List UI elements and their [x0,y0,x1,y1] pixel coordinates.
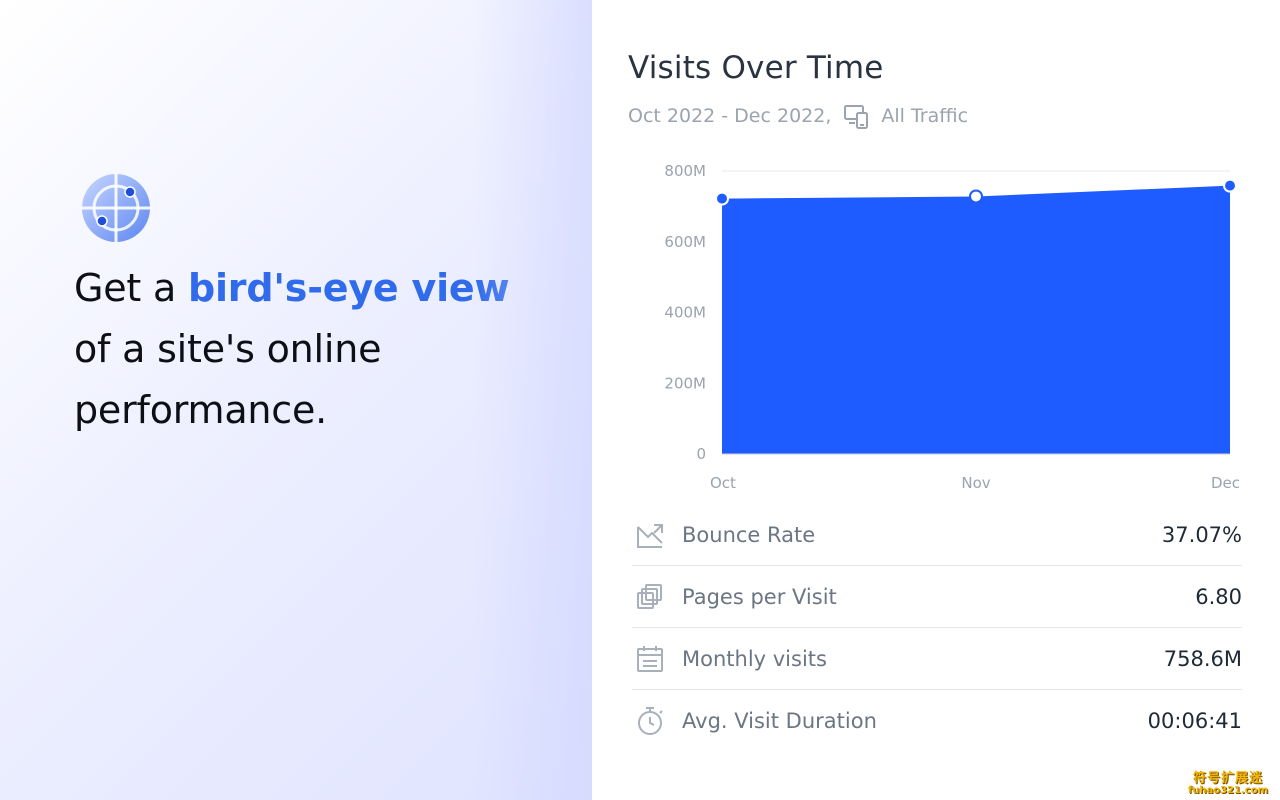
traffic-filter[interactable]: All Traffic [881,105,968,127]
x-tick-label: Nov [961,474,990,492]
metric-label: Avg. Visit Duration [682,708,877,733]
y-tick-label: 600M [664,233,706,251]
visits-area [722,185,1230,454]
visits-card: Visits Over Time Oct 2022 - Dec 2022, Al… [592,0,1280,800]
metric-row-avg-visit-duration: Avg. Visit Duration 00:06:41 [632,690,1242,751]
metrics-list: Bounce Rate 37.07% Pages per Visit 6.80 [632,504,1242,751]
stopwatch-icon [634,705,666,737]
x-tick-label: Dec [1211,474,1240,492]
metric-value: 758.6M [1163,646,1242,671]
hero-prefix: Get a [74,266,188,310]
page: Get a bird's-eye view of a site's online… [0,0,1280,800]
date-range: Oct 2022 - Dec 2022, [628,105,832,127]
metric-label: Bounce Rate [682,522,816,547]
metric-label: Monthly visits [682,646,827,671]
visits-chart: 0 200M 400M 600M 800M Oct Nov Dec [632,150,1252,500]
metric-row-bounce-rate: Bounce Rate 37.07% [632,504,1242,566]
y-tick-label: 200M [664,374,706,392]
card-subtitle: Oct 2022 - Dec 2022, All Traffic [628,102,968,130]
hero-headline: Get a bird's-eye view of a site's online… [74,258,574,441]
metric-label: Pages per Visit [682,584,837,609]
y-tick-label: 400M [664,304,706,322]
bounce-rate-icon [634,519,666,551]
metric-row-pages-per-visit: Pages per Visit 6.80 [632,566,1242,628]
devices-icon [843,102,871,130]
hero-line-3: performance. [74,388,328,432]
y-tick-label: 0 [696,445,706,463]
hero-accent: bird's-eye view [187,266,510,310]
watermark-logo: 符号扩展迷 fuhao321.com [1188,772,1268,796]
metric-value: 6.80 [1195,584,1242,609]
metric-value: 37.07% [1161,522,1242,547]
data-point [969,189,983,204]
watermark-cn: 符号扩展迷 [1192,770,1263,786]
watermark-url: fuhao321.com [1187,784,1268,796]
visits-chart-svg: 0 200M 400M 600M 800M Oct Nov Dec [664,162,1240,492]
metric-value: 00:06:41 [1147,708,1242,733]
hero-line-2: of a site's online [74,327,382,371]
promo-panel: Get a bird's-eye view of a site's online… [0,0,592,800]
hero-line-1: Get a bird's-eye view [74,258,574,319]
metric-row-monthly-visits: Monthly visits 758.6M [632,628,1242,690]
card-title: Visits Over Time [628,50,884,86]
calendar-icon [634,643,666,675]
pages-icon [634,581,666,613]
data-point [715,191,729,206]
radar-logo-icon [80,172,152,244]
data-point [1223,178,1237,193]
y-tick-label: 800M [664,162,706,180]
x-tick-label: Oct [710,474,736,492]
